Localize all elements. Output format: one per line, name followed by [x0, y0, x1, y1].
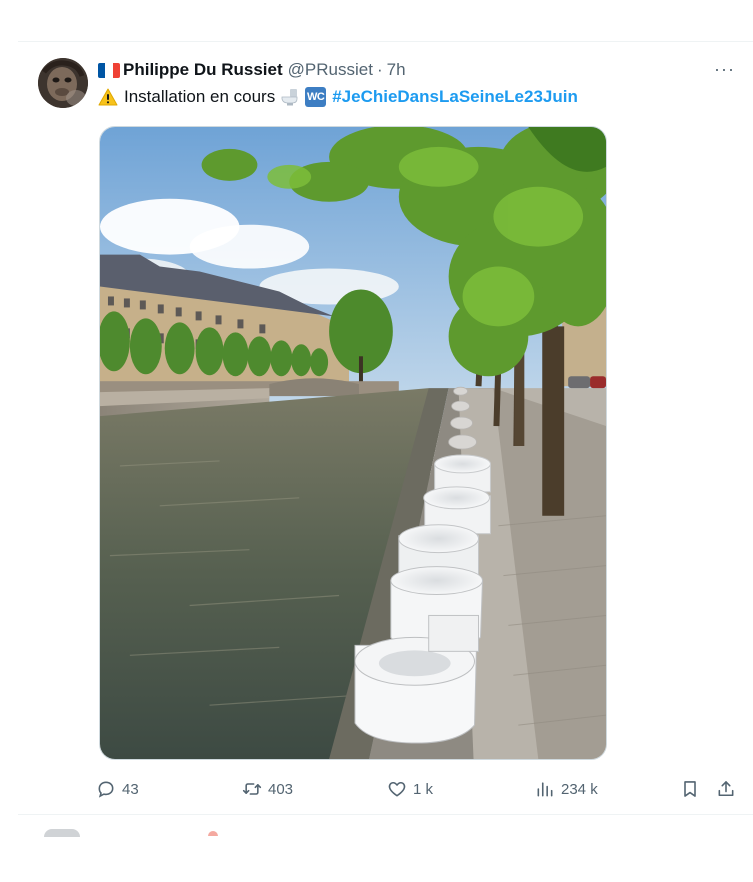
share-button[interactable]: [716, 775, 736, 803]
like-count: 1 k: [413, 780, 434, 798]
toilet-icon: [281, 89, 298, 106]
reply-icon: [98, 781, 114, 798]
bookmark-button[interactable]: [680, 775, 700, 803]
avatar[interactable]: [38, 58, 88, 108]
share-icon: [718, 781, 734, 797]
tweet-text-prefix: Installation en cours: [124, 87, 276, 106]
more-options-button[interactable]: ···: [714, 60, 735, 78]
bookmark-icon: [684, 781, 696, 797]
views-count: 234 k: [561, 780, 598, 798]
divider-bottom: [18, 814, 753, 815]
tweet[interactable]: Philippe Du Russiet @PRussiet · 7h ··· I…: [18, 42, 753, 814]
views-chart-icon: [537, 782, 553, 797]
like-button[interactable]: 1 k: [387, 775, 433, 803]
warning-icon: [98, 88, 118, 106]
tweet-text: Installation en cours WC #JeChieDansLaSe…: [98, 85, 578, 109]
views-button[interactable]: 234 k: [535, 775, 598, 803]
reply-count: 43: [122, 780, 139, 798]
header-separator: ·: [376, 60, 383, 79]
retweet-count: 403: [268, 780, 294, 798]
next-tweet-emoji: [208, 831, 218, 836]
tweet-image[interactable]: [99, 126, 607, 760]
france-flag-icon: [98, 62, 120, 78]
author-handle[interactable]: @PRussiet: [288, 60, 373, 80]
tweet-actions: 43 403 1 k 234 k: [96, 775, 748, 803]
tweet-header: Philippe Du Russiet @PRussiet · 7h: [98, 59, 406, 81]
author-name[interactable]: Philippe Du Russiet: [123, 60, 283, 80]
hashtag-link[interactable]: #JeChieDansLaSeineLe23Juin: [332, 87, 578, 107]
page: Philippe Du Russiet @PRussiet · 7h ··· I…: [0, 0, 753, 882]
next-tweet-avatar[interactable]: [44, 829, 80, 837]
reply-button[interactable]: 43: [96, 775, 139, 803]
heart-icon: [388, 781, 406, 797]
retweet-icon: [242, 783, 262, 795]
retweet-button[interactable]: 403: [242, 775, 293, 803]
wc-icon: WC: [305, 87, 327, 107]
tweet-time[interactable]: 7h: [387, 60, 406, 80]
